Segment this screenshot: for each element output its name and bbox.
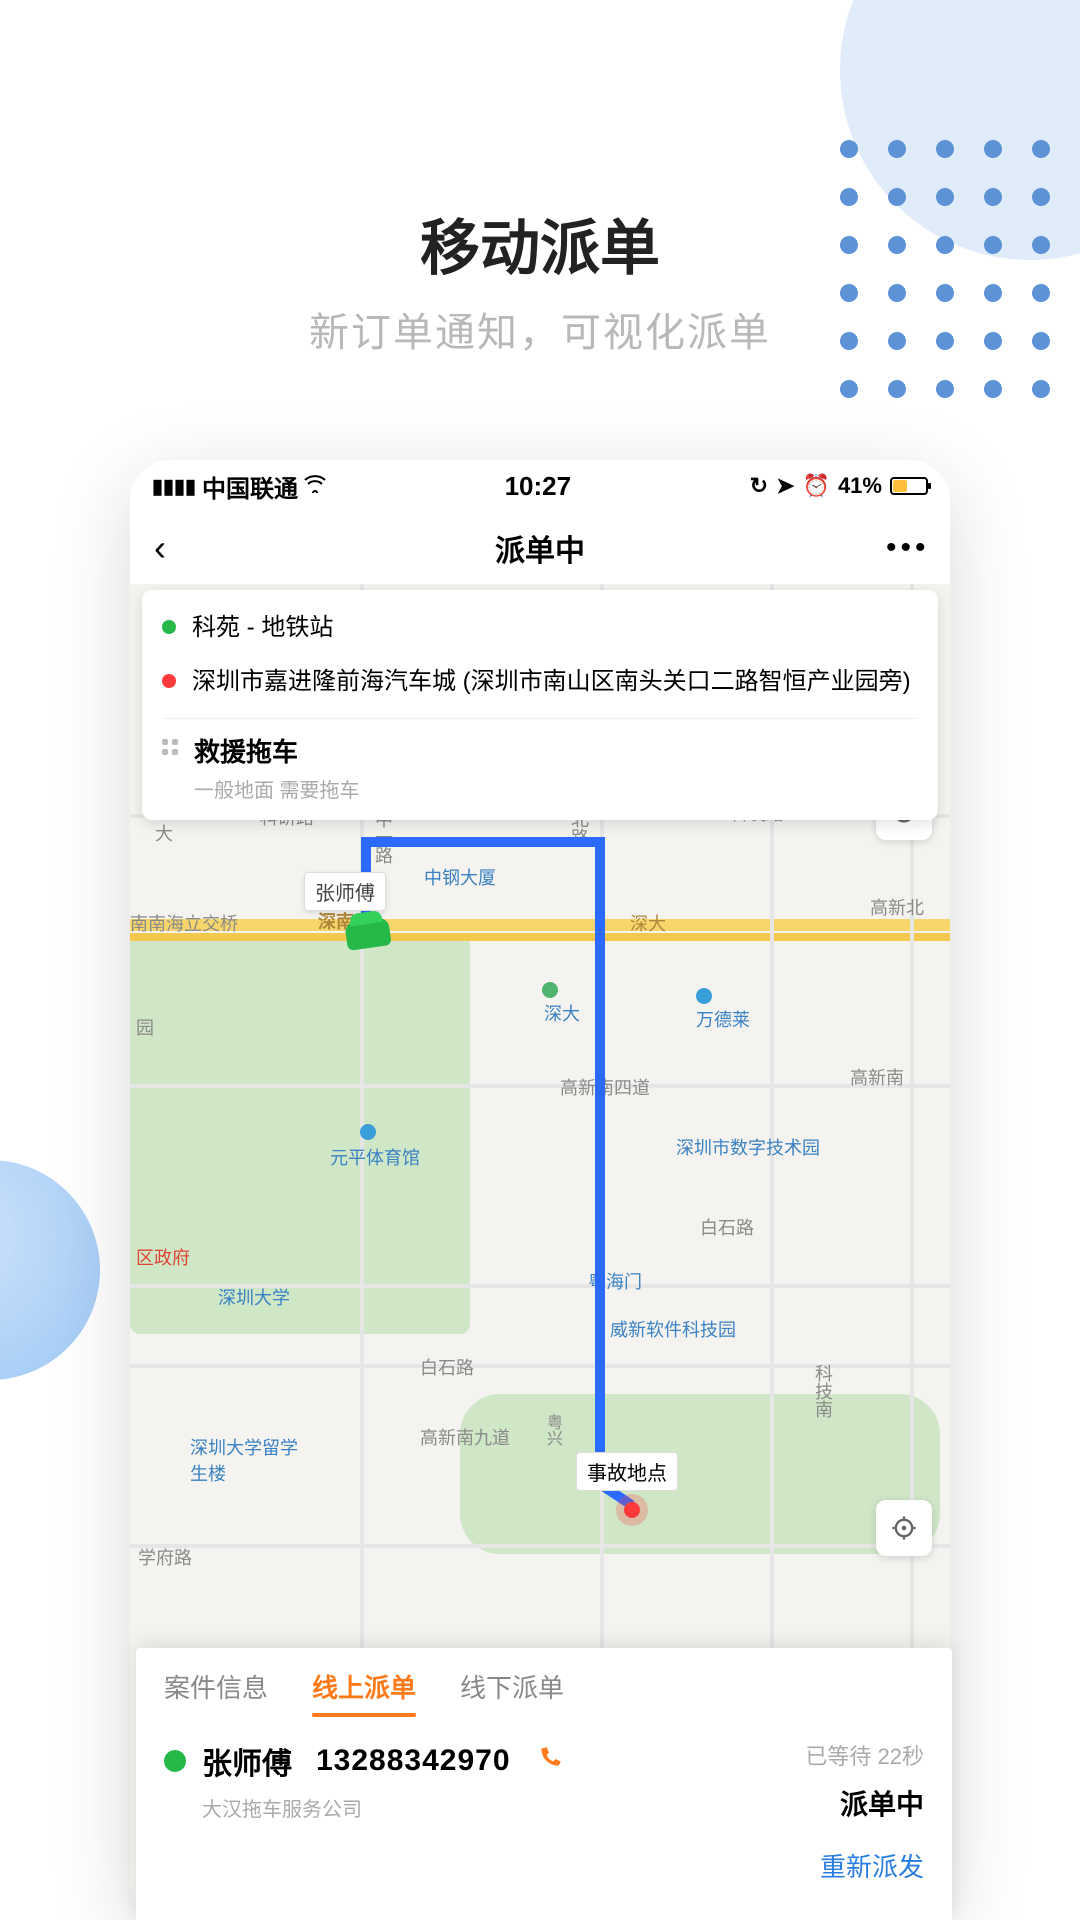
destination-label: 深圳市嘉进隆前海汽车城 (深圳市南山区南头关口二路智恒产业园旁) — [192, 664, 911, 700]
reassign-button[interactable]: 重新派发 — [136, 1833, 952, 1884]
bg-circle-bottom-left — [0, 1160, 100, 1380]
accident-label[interactable]: 事故地点 — [576, 1452, 678, 1491]
rotation-lock-icon: ↻ — [750, 473, 768, 499]
page-subtitle: 新订单通知，可视化派单 — [0, 300, 1080, 358]
call-button[interactable] — [537, 1744, 563, 1778]
phone-icon — [537, 1744, 563, 1770]
tab-offline-dispatch[interactable]: 线下派单 — [460, 1668, 564, 1717]
divider — [162, 718, 918, 719]
alarm-icon: ⏰ — [803, 473, 830, 499]
battery-icon — [890, 477, 928, 495]
wifi-icon — [304, 473, 326, 499]
signal-icon: ▮▮▮▮ — [152, 474, 196, 499]
nav-bar: ‹ 派单中 ••• — [130, 512, 950, 584]
destination-dot-icon — [162, 674, 176, 688]
accident-marker — [616, 1494, 648, 1526]
service-title: 救援拖车 — [194, 733, 360, 772]
service-grid-icon — [162, 739, 178, 755]
service-subtitle: 一般地面 需要拖车 — [194, 776, 360, 806]
trip-info-card: 科苑 - 地铁站 深圳市嘉进隆前海汽车城 (深圳市南山区南头关口二路智恒产业园旁… — [142, 590, 938, 820]
page-title: 移动派单 — [0, 200, 1080, 287]
tab-bar: 案件信息 线上派单 线下派单 — [136, 1648, 952, 1717]
clock-label: 10:27 — [505, 471, 572, 502]
locate-icon — [890, 1514, 918, 1542]
driver-label[interactable]: 张师傅 — [304, 872, 386, 911]
driver-status-dot — [164, 1750, 186, 1772]
driver-name: 张师傅 — [202, 1739, 292, 1783]
battery-pct-label: 41% — [838, 473, 882, 499]
more-button[interactable]: ••• — [886, 531, 926, 565]
locate-button[interactable] — [876, 1500, 932, 1556]
origin-dot-icon — [162, 620, 176, 634]
tab-case-info[interactable]: 案件信息 — [164, 1668, 268, 1717]
driver-phone: 13288342970 — [316, 1744, 511, 1778]
tab-online-dispatch[interactable]: 线上派单 — [312, 1668, 416, 1717]
status-bar: ▮▮▮▮ 中国联通 10:27 ↻ ➤ ⏰ 41% — [130, 460, 950, 512]
location-icon: ➤ — [776, 473, 794, 499]
wait-time-label: 已等待 22秒 — [805, 1739, 924, 1771]
carrier-label: 中国联通 — [202, 469, 298, 504]
company-label: 大汉拖车服务公司 — [202, 1793, 563, 1822]
dispatch-card: 案件信息 线上派单 线下派单 张师傅 13288342970 大汉拖车服务公司 … — [136, 1648, 952, 1920]
dispatch-status: 派单中 — [805, 1783, 924, 1823]
origin-label: 科苑 - 地铁站 — [192, 610, 333, 646]
nav-title: 派单中 — [495, 526, 585, 570]
back-button[interactable]: ‹ — [154, 527, 194, 569]
